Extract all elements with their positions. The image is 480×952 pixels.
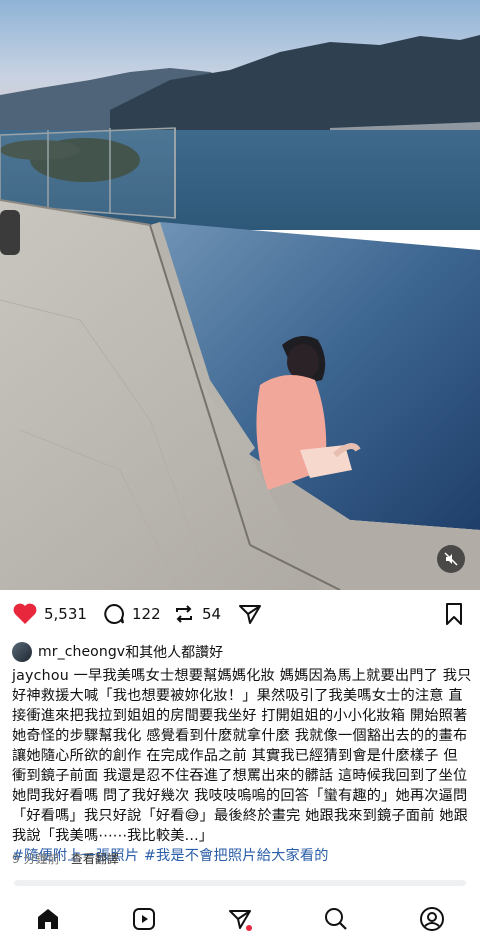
bottom-nav [0,892,480,952]
meta-separator: · [59,852,71,866]
profile-icon [420,907,444,931]
home-icon [38,909,58,929]
like-count: 5,531 [44,605,87,623]
heart-icon[interactable] [12,602,38,626]
nav-reels[interactable] [129,904,159,934]
comment-count: 122 [132,605,161,623]
repost-group: 54 [172,602,221,626]
liked-by-suffix: 和其他人都讚好 [125,645,224,661]
liked-by-username[interactable]: mr_cheongv [38,644,125,660]
bookmark-icon[interactable] [444,602,464,626]
mute-button[interactable] [437,545,465,573]
post-meta: 9 分鐘前 · 查看翻譯 [12,850,119,867]
nav-direct[interactable] [225,904,255,934]
nav-home[interactable] [33,904,63,934]
caption-text: 一早我美嗎女士想要幫媽媽化妝 媽媽因為馬上就要出門了 我只好神救援大喊「我也想要… [12,668,472,844]
divider [14,880,466,886]
repost-count: 54 [202,605,222,623]
direct-icon [229,910,252,931]
photo-scene [0,0,480,590]
nav-search[interactable] [321,904,351,934]
liked-by[interactable]: mr_cheongv 和其他人都讚好 [12,642,223,662]
reels-icon [133,908,155,930]
see-translation-link[interactable]: 查看翻譯 [71,852,119,866]
like-group: 5,531 [12,602,87,626]
post-photo[interactable] [0,0,480,590]
comment-group: 122 [102,602,161,626]
post-time: 9 分鐘前 [12,852,60,866]
share-group [238,602,262,626]
repost-icon[interactable] [172,602,196,626]
nav-profile[interactable] [417,904,447,934]
speaker-muted-icon [444,552,458,566]
search-icon [325,908,347,930]
avatar[interactable] [12,642,32,662]
post-actions: 5,531 122 54 [0,598,480,634]
caption-author[interactable]: jaychou [12,668,69,684]
save-group [444,602,464,626]
post-caption: jaychou 一早我美嗎女士想要幫媽媽化妝 媽媽因為馬上就要出門了 我只好神救… [12,666,472,866]
comment-bubble-icon[interactable] [102,602,126,626]
send-icon[interactable] [238,602,262,626]
